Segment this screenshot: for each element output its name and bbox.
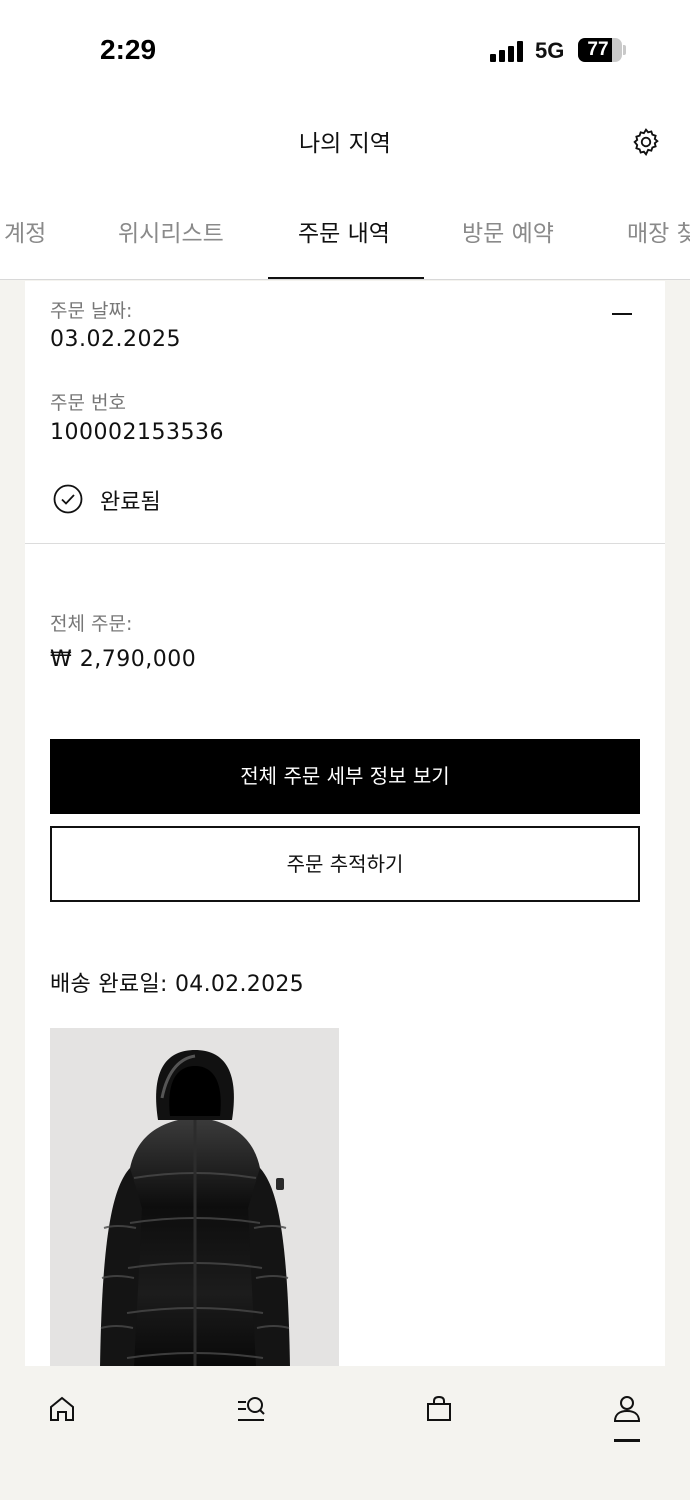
active-tab-indicator <box>268 277 424 279</box>
page-header: 나의 지역 <box>0 100 690 182</box>
active-nav-indicator <box>614 1439 640 1442</box>
cellular-signal-icon <box>490 40 526 62</box>
gear-icon[interactable] <box>630 126 662 158</box>
order-status: 완료됨 <box>100 490 161 515</box>
user-icon[interactable] <box>610 1392 644 1426</box>
order-total-label: 전체 주문: <box>50 613 133 635</box>
tab-store-finder[interactable]: 매장 찾 <box>627 214 690 248</box>
order-number-value: 100002153536 <box>50 420 224 445</box>
puffer-jacket-image <box>100 1050 290 1366</box>
home-icon[interactable] <box>45 1392 79 1426</box>
status-time: 2:29 <box>100 34 157 65</box>
tab-wishlist[interactable]: 위시리스트 <box>118 214 224 248</box>
order-date-label: 주문 날짜: <box>50 300 133 322</box>
view-order-details-button[interactable]: 전체 주문 세부 정보 보기 <box>50 739 640 814</box>
battery-level: 77 <box>587 39 609 60</box>
menu-search-icon[interactable] <box>234 1392 268 1426</box>
order-number-label: 주문 번호 <box>50 392 126 414</box>
track-order-button[interactable]: 주문 추적하기 <box>50 826 640 902</box>
tab-visit-booking[interactable]: 방문 예약 <box>462 214 554 248</box>
page-title: 나의 지역 <box>299 131 391 157</box>
tab-order-history[interactable]: 주문 내역 <box>298 214 390 248</box>
battery-icon: 77 <box>578 38 622 62</box>
order-date-value: 03.02.2025 <box>50 327 181 352</box>
network-type: 5G <box>535 38 565 63</box>
tab-account[interactable]: 계정 <box>4 214 46 248</box>
status-bar: 2:29 5G 77 <box>0 0 690 100</box>
delivery-date: 배송 완료일: 04.02.2025 <box>50 972 304 997</box>
bottom-navigation <box>0 1366 690 1500</box>
order-card: 주문 날짜: 03.02.2025 주문 번호 100002153536 완료됨… <box>25 281 665 1366</box>
order-total-value: ₩ 2,790,000 <box>50 647 197 672</box>
battery-nub <box>623 45 626 55</box>
check-circle-icon <box>53 484 83 514</box>
product-image[interactable] <box>50 1028 339 1366</box>
divider <box>25 543 665 544</box>
account-tabs: 계정 위시리스트 주문 내역 방문 예약 매장 찾 <box>0 182 690 280</box>
collapse-icon[interactable] <box>612 313 632 315</box>
shopping-bag-icon[interactable] <box>422 1392 456 1426</box>
